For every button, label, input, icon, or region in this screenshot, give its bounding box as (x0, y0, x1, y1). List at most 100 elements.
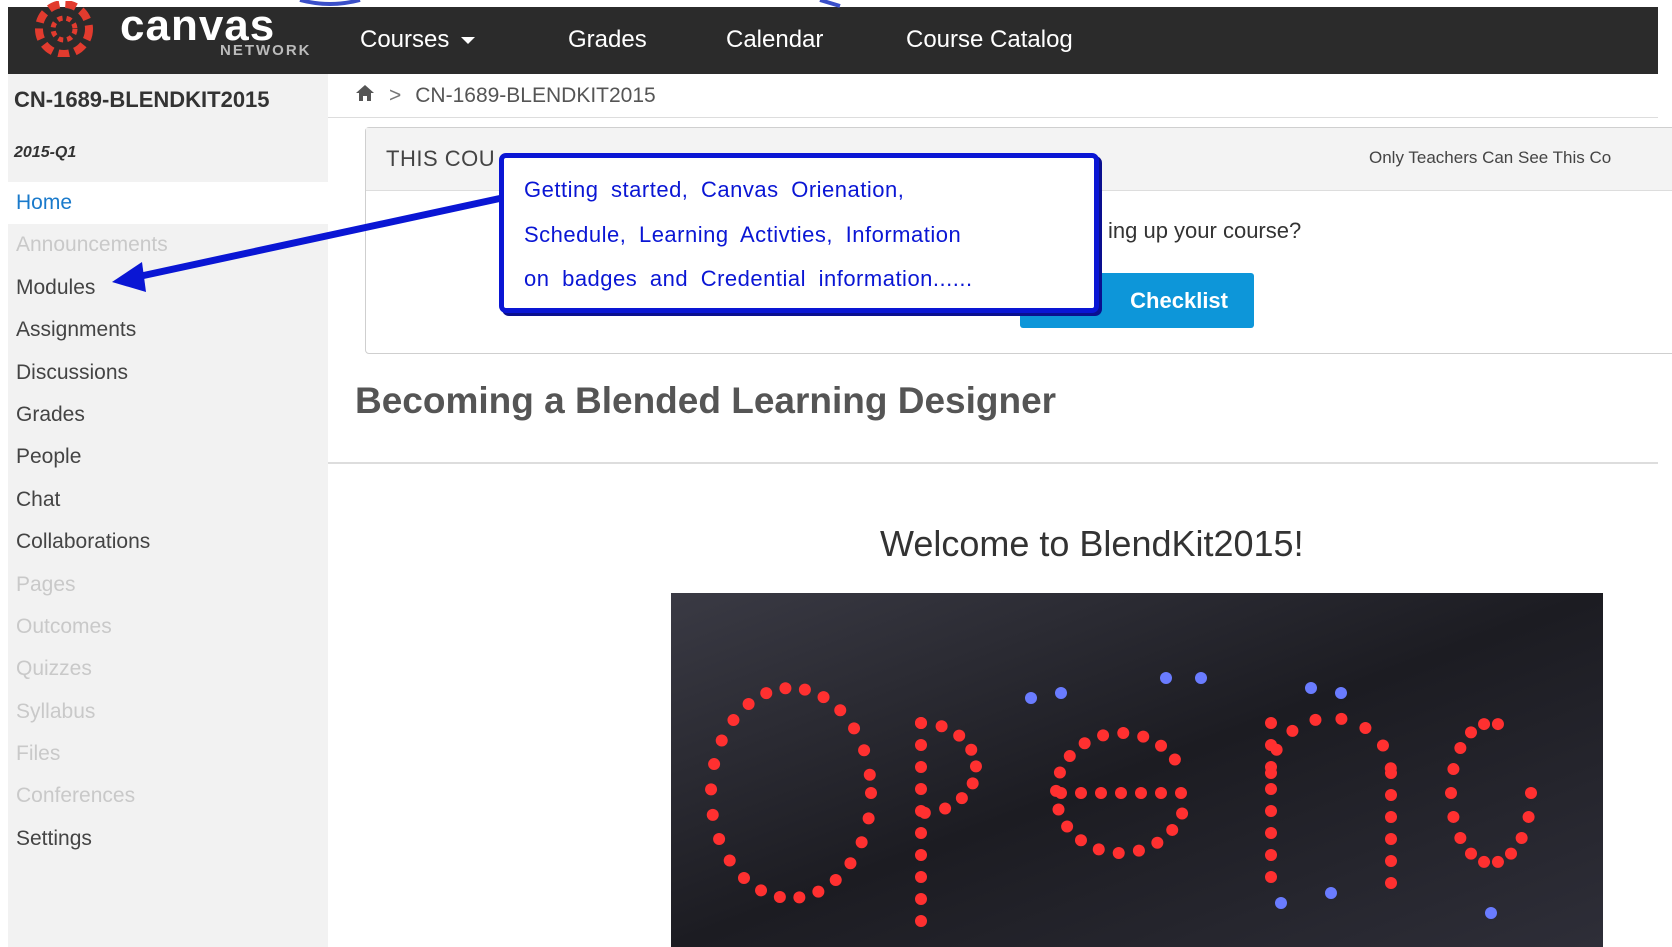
led-dot (1385, 833, 1397, 845)
led-dot (863, 768, 876, 781)
led-dot (760, 687, 773, 700)
led-dot (713, 833, 726, 846)
led-dot (855, 836, 868, 849)
led-dot (793, 891, 806, 904)
led-dot (1359, 721, 1372, 734)
led-dot (966, 777, 979, 790)
led-dot (969, 760, 982, 773)
led-dot (1525, 787, 1537, 799)
led-dot (1025, 692, 1037, 704)
led-dot (1265, 871, 1277, 883)
led-dot (915, 783, 927, 795)
led-dot (1335, 687, 1347, 699)
led-dot (715, 734, 728, 747)
led-dot (953, 729, 966, 742)
led-dot (1465, 847, 1477, 860)
sidebar-item-announcements[interactable]: Announcements (8, 224, 328, 266)
sidebar-item-chat[interactable]: Chat (8, 479, 328, 521)
led-dot (1385, 789, 1397, 801)
sidebar-item-assignments[interactable]: Assignments (8, 309, 328, 351)
led-dot (755, 884, 768, 897)
callout-text: Getting started, Canvas Orienation, Sche… (524, 168, 1084, 302)
sidebar-item-conferences[interactable]: Conferences (8, 775, 328, 817)
nav-calendar[interactable]: Calendar (726, 23, 823, 57)
led-dot (1335, 712, 1348, 725)
notice-title: THIS COU (386, 146, 496, 171)
nav-courses-label: Courses (360, 26, 450, 53)
led-dot (705, 783, 718, 796)
led-dot (1265, 783, 1277, 795)
sidebar-item-grades[interactable]: Grades (8, 394, 328, 436)
led-dot (1515, 831, 1528, 844)
led-dot (848, 722, 861, 735)
nav-courses[interactable]: Courses (360, 23, 476, 57)
led-dot (1195, 672, 1207, 684)
welcome-heading: Welcome to BlendKit2015! (880, 523, 1304, 564)
led-dot (829, 874, 842, 887)
open-sign-image (671, 593, 1603, 947)
canvas-network-logo[interactable]: canvas NETWORK (30, 1, 320, 74)
led-dot (1305, 682, 1317, 694)
led-dot (915, 893, 927, 905)
led-dot (1052, 803, 1065, 816)
led-dot (955, 792, 968, 805)
led-dot (708, 758, 721, 771)
top-nav-bar: canvas NETWORK Courses Grades Calendar C… (8, 1, 1658, 74)
led-dot (918, 806, 931, 819)
led-dot (1078, 737, 1091, 750)
sidebar-item-home[interactable]: Home (8, 182, 328, 225)
annotation-callout: Getting started, Canvas Orienation, Sche… (499, 153, 1099, 313)
sidebar-item-files[interactable]: Files (8, 733, 328, 775)
led-dot (1522, 810, 1535, 823)
led-dot (1265, 767, 1277, 779)
home-icon[interactable] (355, 80, 375, 112)
sidebar-item-modules[interactable]: Modules (8, 267, 328, 309)
nav-grades[interactable]: Grades (568, 23, 647, 57)
led-dot (817, 691, 830, 704)
sidebar-item-pages[interactable]: Pages (8, 564, 328, 606)
caret-down-icon (461, 37, 476, 45)
sidebar-item-outcomes[interactable]: Outcomes (8, 606, 328, 648)
sidebar-item-settings[interactable]: Settings (8, 818, 328, 860)
led-dot (1447, 763, 1460, 776)
led-dot (1309, 713, 1322, 726)
led-dot (723, 854, 736, 867)
led-dot (1117, 727, 1130, 740)
led-dot (1115, 787, 1127, 799)
led-dot (798, 683, 811, 696)
led-dot (1061, 820, 1074, 833)
led-dot (706, 808, 719, 821)
logo-subtitle: NETWORK (220, 42, 312, 59)
led-dot (1265, 827, 1277, 839)
sidebar-item-quizzes[interactable]: Quizzes (8, 648, 328, 690)
led-dot (1376, 739, 1389, 752)
led-dot (1445, 787, 1457, 799)
sidebar-item-syllabus[interactable]: Syllabus (8, 691, 328, 733)
led-dot (1325, 887, 1337, 899)
sidebar-item-collaborations[interactable]: Collaborations (8, 521, 328, 563)
led-dot (965, 743, 978, 756)
setup-question: ing up your course? (1108, 218, 1302, 243)
led-dot (1265, 805, 1277, 817)
course-sidebar: CN-1689-BLENDKIT2015 2015-Q1 Home Announc… (8, 74, 328, 947)
sidebar-item-discussions[interactable]: Discussions (8, 352, 328, 394)
led-dot (865, 787, 877, 799)
led-dot (939, 802, 952, 815)
nav-course-catalog[interactable]: Course Catalog (906, 23, 1073, 57)
led-dot (1137, 730, 1150, 743)
sidebar-item-people[interactable]: People (8, 436, 328, 478)
led-dot (1485, 907, 1497, 919)
led-dot (1478, 718, 1491, 731)
course-code: CN-1689-BLENDKIT2015 (14, 87, 270, 112)
led-dot (915, 717, 927, 729)
course-nav-list: Home Announcements Modules Assignments Discu… (8, 182, 328, 860)
breadcrumb-current[interactable]: CN-1689-BLENDKIT2015 (415, 84, 655, 107)
led-dot (1265, 717, 1277, 729)
page-title: Becoming a Blended Learning Designer (355, 380, 1057, 421)
led-dot (1112, 846, 1125, 859)
led-dot (1053, 766, 1066, 779)
led-dot (1075, 787, 1087, 799)
led-dot (1385, 877, 1397, 889)
breadcrumb: > CN-1689-BLENDKIT2015 (355, 80, 656, 112)
led-dot (1447, 810, 1460, 823)
